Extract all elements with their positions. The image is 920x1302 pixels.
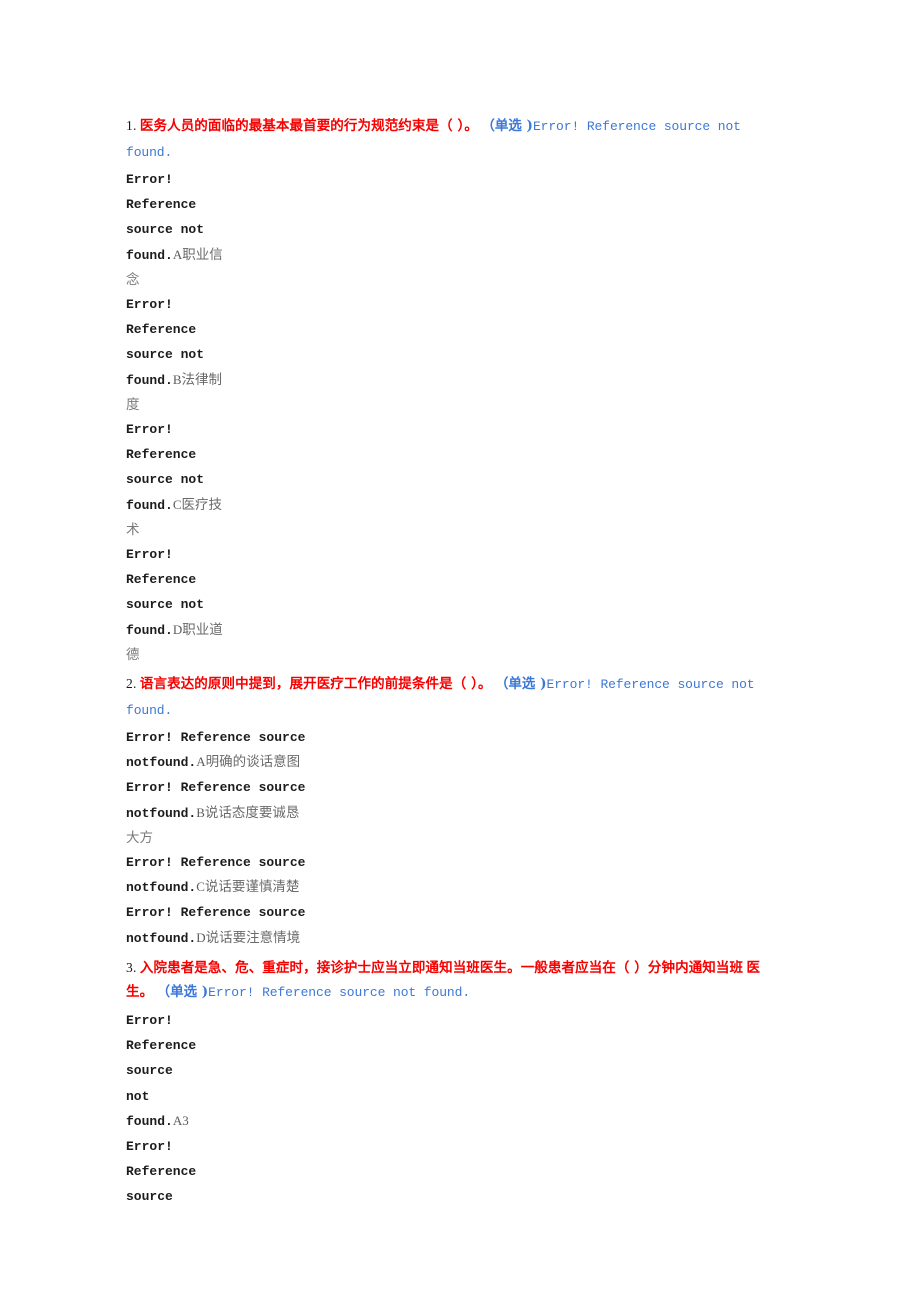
option-3-b-truncated[interactable]: Error! Reference source (126, 1134, 782, 1210)
question-3-number: 3. (126, 959, 137, 975)
question-1-reference-error-wrap: found. (126, 144, 173, 160)
ref-error-fragment: Error! Reference source (126, 905, 306, 921)
ref-error-fragment: notfound. (126, 755, 197, 771)
ref-error-fragment: Reference (126, 447, 197, 463)
exam-content: 1. 医务人员的面临的最基本最首要的行为规范约束是（ ）。 （单选 )Error… (126, 114, 782, 1210)
ref-error-fragment: found. (126, 497, 173, 513)
option-2-a[interactable]: Error! Reference source notfound.A明确的谈话意… (126, 725, 782, 775)
option-1-b[interactable]: Error! Reference source not found.B法律制 度 (126, 292, 782, 417)
question-2-header: 2. 语言表达的原则中提到，展开医疗工作的前提条件是（ ）。 （单选 )Erro… (126, 672, 782, 723)
ref-error-fragment: source (126, 1189, 173, 1205)
option-label: B (196, 804, 205, 820)
question-1-text: 医务人员的面临的最基本最首要的行为规范约束是（ ）。 (139, 118, 478, 134)
ref-error-fragment: Reference (126, 1164, 197, 1180)
ref-error-fragment: source not (126, 472, 205, 488)
ref-error-fragment: notfound. (126, 880, 197, 896)
ref-error-fragment: Error! (126, 547, 173, 563)
question-2-text: 语言表达的原则中提到，展开医疗工作的前提条件是（ ）。 (139, 676, 492, 693)
question-3-header: 3. 入院患者是急、危、重症时，接诊护士应当立即通知当班医生。一般患者应当在（ … (126, 956, 782, 1006)
ref-error-fragment: Error! (126, 172, 173, 187)
ref-error-fragment: source not (126, 347, 205, 363)
option-text: 职业信 (182, 246, 223, 263)
option-label: D (196, 929, 206, 945)
option-text: 法律制 (181, 371, 222, 388)
ref-error-fragment: Error! Reference source (126, 780, 306, 796)
ref-error-fragment: found. (126, 1113, 173, 1129)
option-text-continued: 大方 (126, 829, 153, 846)
option-text: 说话要谨慎清楚 (204, 879, 300, 896)
question-3-text: 入院患者是急、危、重症时，接诊护士应当立即通知当班医生。一般患者应当在（ ）分钟… (139, 959, 744, 976)
question-2-type-label: （单选 ) (494, 676, 547, 693)
option-label: A (196, 754, 206, 770)
option-label: D (172, 621, 183, 637)
option-text-continued: 德 (126, 646, 140, 663)
question-2-reference-error: Error! Reference source not (546, 677, 755, 693)
ref-error-fragment: Error! Reference source (126, 855, 306, 871)
question-2-reference-error-wrap: found. (126, 702, 173, 718)
question-3-type-label: （单选 ) (156, 984, 209, 1001)
ref-error-fragment: notfound. (126, 930, 197, 946)
option-1-c[interactable]: Error! Reference source not found.C医疗技 术 (126, 417, 782, 542)
question-2-number: 2. (126, 676, 137, 692)
option-2-d[interactable]: Error! Reference source notfound.D说话要注意情… (126, 900, 782, 950)
question-block-2: 2. 语言表达的原则中提到，展开医疗工作的前提条件是（ ）。 （单选 )Erro… (126, 672, 782, 723)
ref-error-fragment: Reference (126, 572, 197, 588)
option-label: C (196, 879, 205, 895)
option-text-continued: 术 (126, 521, 140, 538)
option-text-continued: 念 (126, 271, 140, 288)
ref-error-fragment: Reference (126, 322, 197, 338)
ref-error-fragment: source (126, 1063, 173, 1079)
ref-error-fragment: found. (126, 247, 173, 263)
option-text: 明确的谈话意图 (205, 754, 301, 771)
document-page: 1. 医务人员的面临的最基本最首要的行为规范约束是（ ）。 （单选 )Error… (0, 0, 920, 1302)
ref-error-fragment: Error! (126, 297, 173, 313)
question-block-1: 1. 医务人员的面临的最基本最首要的行为规范约束是（ ）。 （单选 )Error… (126, 114, 782, 165)
question-block-3: 3. 入院患者是急、危、重症时，接诊护士应当立即通知当班医生。一般患者应当在（ … (126, 956, 782, 1006)
option-text: 职业道 (182, 621, 223, 638)
option-2-b[interactable]: Error! Reference source notfound.B说话态度要诚… (126, 775, 782, 850)
question-1-type-label: （单选 ) (481, 118, 533, 134)
question-1-options: Error! Reference source not found.A职业信 念… (126, 167, 782, 667)
ref-error-fragment: found. (126, 622, 173, 638)
ref-error-fragment: Error! (126, 1138, 173, 1154)
question-3-reference-error: Error! Reference source not found. (208, 985, 471, 1001)
ref-error-fragment: notfound. (126, 805, 197, 821)
ref-error-fragment: Reference (126, 1038, 197, 1054)
question-1-header: 1. 医务人员的面临的最基本最首要的行为规范约束是（ ）。 （单选 )Error… (126, 114, 782, 165)
option-text: 3 (182, 1112, 189, 1128)
ref-error-fragment: not (126, 1088, 150, 1104)
ref-error-fragment: Reference (126, 197, 197, 213)
ref-error-fragment: found. (126, 372, 173, 388)
option-text: 说话要注意情境 (205, 929, 301, 946)
question-1-number: 1. (126, 118, 137, 133)
ref-error-fragment: Error! Reference source (126, 730, 306, 746)
ref-error-fragment: source not (126, 597, 205, 613)
option-2-c[interactable]: Error! Reference source notfound.C说话要谨慎清… (126, 850, 782, 900)
option-1-d[interactable]: Error! Reference source not found.D职业道 德 (126, 542, 782, 667)
question-2-options: Error! Reference source notfound.A明确的谈话意… (126, 725, 782, 951)
option-text: 说话态度要诚恳 (204, 804, 300, 821)
option-text-continued: 度 (126, 396, 140, 413)
option-label: A (172, 246, 183, 262)
ref-error-fragment: Error! (126, 1012, 173, 1028)
question-3-options: Error! Reference source not found.A3 Err… (126, 1008, 782, 1210)
option-1-a[interactable]: Error! Reference source not found.A职业信 念 (126, 167, 782, 292)
question-1-reference-error: Error! Reference source not (532, 119, 741, 134)
ref-error-fragment: source not (126, 222, 205, 238)
ref-error-fragment: Error! (126, 422, 173, 438)
option-label: A (172, 1112, 183, 1128)
option-3-a[interactable]: Error! Reference source not found.A3 (126, 1008, 782, 1134)
option-text: 医疗技 (181, 496, 222, 513)
